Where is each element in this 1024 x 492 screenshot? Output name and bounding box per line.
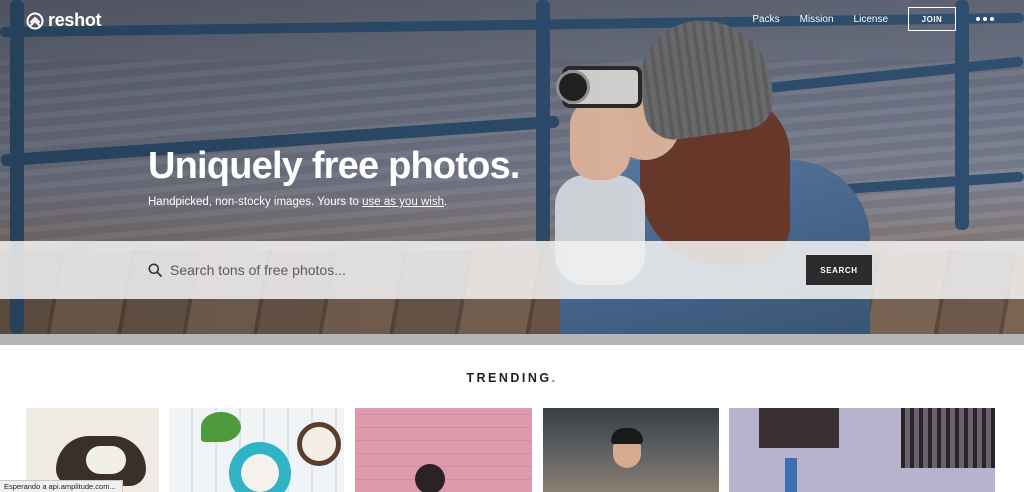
join-button[interactable]: JOIN: [908, 7, 956, 31]
trending-heading: TRENDING.: [0, 371, 1024, 385]
trending-thumbnail[interactable]: [169, 408, 344, 492]
thumb-post-shape: [785, 458, 797, 492]
use-as-you-wish-link[interactable]: use as you wish: [362, 196, 444, 208]
trending-dot: .: [551, 371, 558, 385]
nav-link-mission[interactable]: Mission: [800, 14, 834, 25]
brand-name: reshot: [48, 10, 102, 30]
hero-subline-prefix: Handpicked, non-stocky images. Yours to: [148, 196, 363, 208]
thumb-plant-shape: [201, 412, 241, 442]
browser-status-bar: Esperando a api.amplitude.com...: [0, 480, 123, 492]
nav-link-license[interactable]: License: [854, 14, 888, 25]
hero-headline: Uniquely free photos.: [148, 145, 520, 187]
thumb-bowl-inner: [241, 454, 279, 492]
hero-subline: Handpicked, non-stocky images. Yours to …: [148, 196, 447, 208]
thumb-window-shape: [759, 408, 839, 448]
thumb-cat-spot: [86, 446, 126, 474]
brand-logo[interactable]: reshot: [26, 10, 102, 31]
trending-thumbnail[interactable]: [355, 408, 532, 492]
search-icon: [148, 263, 162, 277]
trending-thumbnail[interactable]: [729, 408, 995, 492]
reshot-logo-icon: [26, 12, 44, 29]
trending-thumbnail[interactable]: [543, 408, 719, 492]
top-nav: Packs Mission License JOIN: [752, 7, 994, 31]
nav-link-packs[interactable]: Packs: [752, 14, 779, 25]
thumb-person-shape: [415, 464, 445, 492]
more-dots-icon[interactable]: [976, 17, 994, 21]
hero-subline-suffix: .: [443, 196, 448, 208]
thumb-window-grille: [901, 408, 995, 468]
section-divider: [0, 334, 1024, 345]
trending-title: TRENDING: [466, 371, 552, 385]
thumb-hair-shape: [611, 428, 643, 444]
search-input[interactable]: [170, 258, 770, 282]
search-button[interactable]: SEARCH: [806, 255, 872, 285]
thumb-coconut-shape: [297, 422, 341, 466]
